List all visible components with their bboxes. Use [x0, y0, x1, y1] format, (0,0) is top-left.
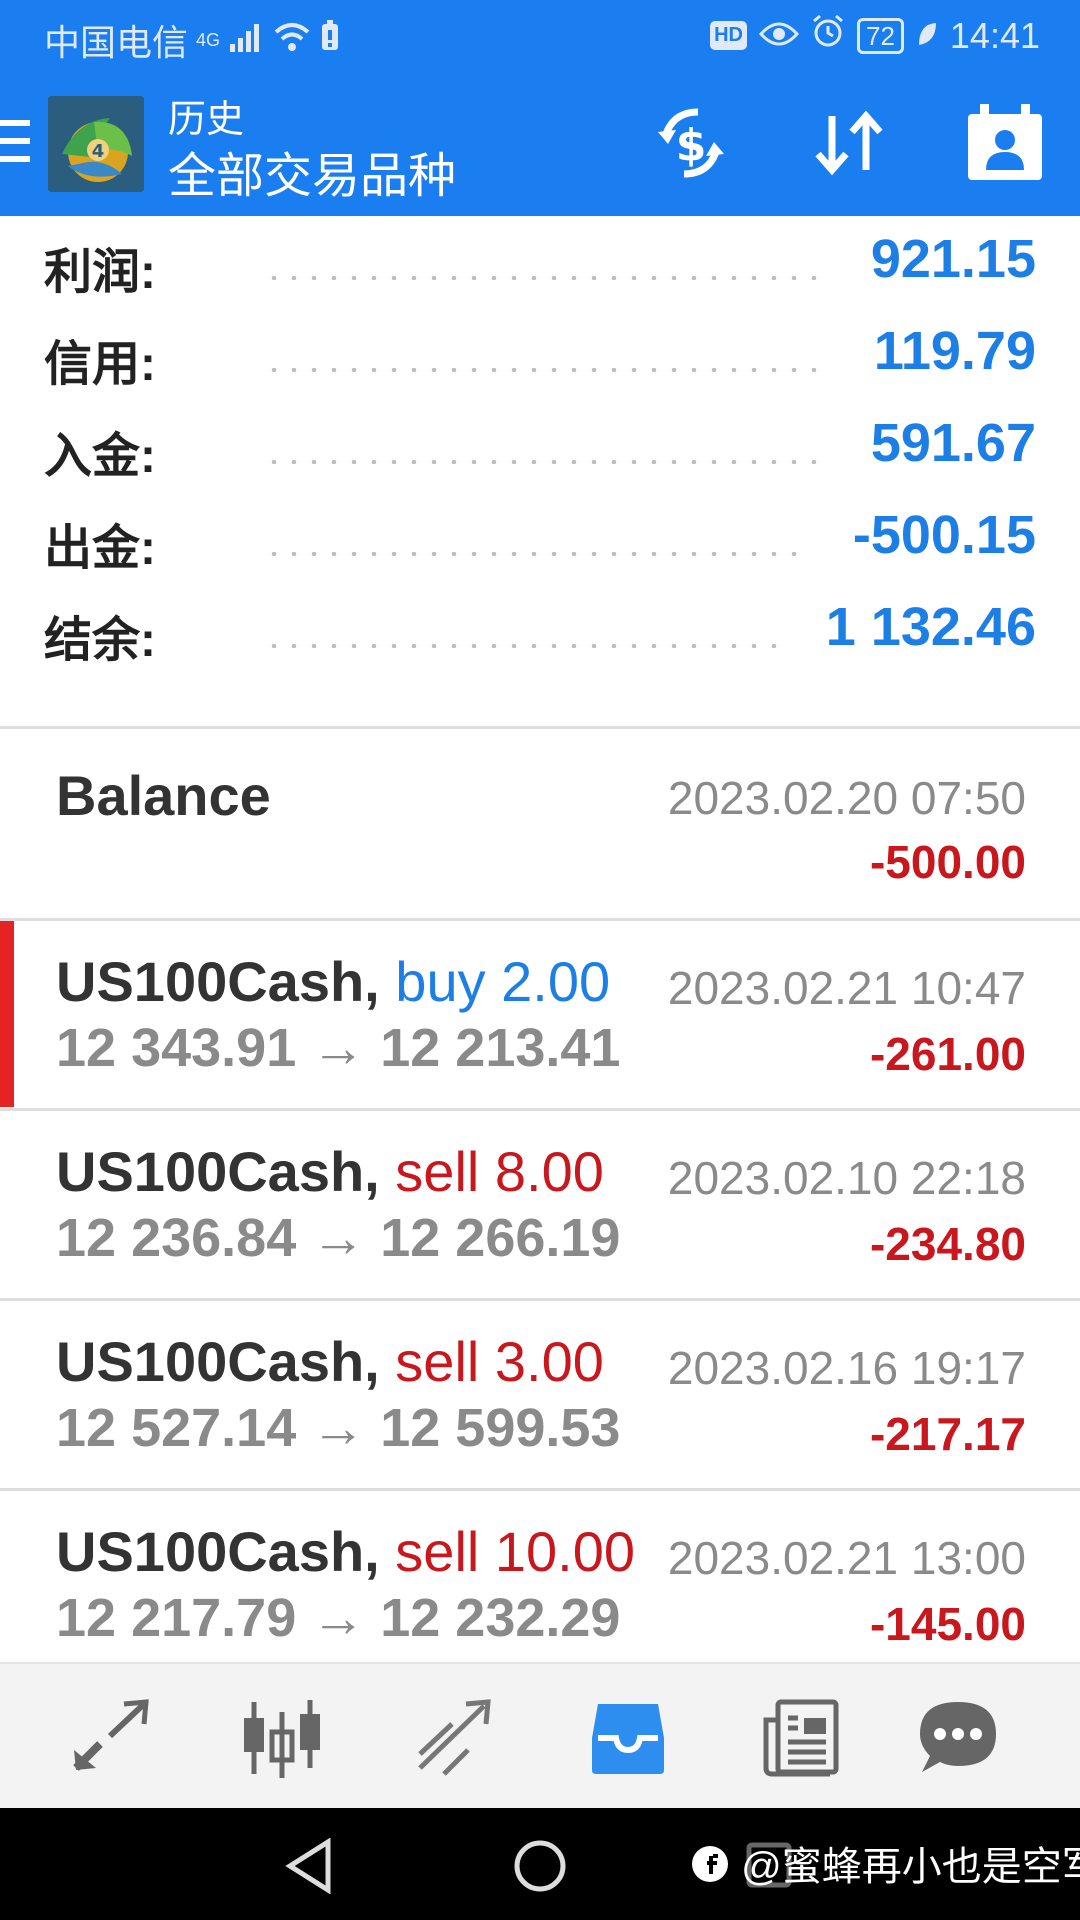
signal-icon — [228, 19, 264, 61]
battery-saver-icon — [320, 19, 340, 61]
network-type: 4G — [196, 29, 221, 50]
deal-title: US100Cash, sell 10.00 — [56, 1519, 635, 1584]
alarm-icon — [811, 14, 845, 57]
deal-symbol: Balance — [56, 764, 271, 827]
status-bar: 中国电信 4G HD 72 14:41 — [0, 0, 1080, 76]
summary-row-withdrawal: 出金: -500.15 — [0, 492, 1080, 584]
eye-icon — [758, 15, 800, 57]
deal-title: US100Cash, sell 8.00 — [56, 1139, 604, 1204]
sort-icon[interactable] — [804, 98, 894, 188]
deal-action: sell 10.00 — [395, 1520, 636, 1583]
trade-icon[interactable] — [414, 1698, 494, 1778]
deal-time: 2023.02.10 22:18 — [667, 1152, 1026, 1204]
deal-symbol: US100Cash, — [56, 1520, 380, 1583]
selected-marker — [0, 921, 14, 1107]
deal-prices: 12 343.91 → 12 213.41 — [56, 1018, 621, 1078]
svg-text:$: $ — [676, 120, 707, 171]
summary-value: 591.67 — [870, 413, 1036, 473]
dotted-leader — [264, 460, 824, 464]
summary-label: 利润: — [44, 246, 156, 299]
summary-panel: 利润: 921.15 信用: 119.79 入金: 591.67 出金: -50… — [0, 216, 1080, 728]
page-title: 历史 — [168, 99, 245, 141]
deal-title: US100Cash, buy 2.00 — [56, 949, 610, 1014]
table-row[interactable]: US100Cash, sell 3.00 12 527.14 → 12 599.… — [0, 1301, 1080, 1487]
table-row[interactable]: US100Cash, buy 2.00 12 343.91 → 12 213.4… — [0, 921, 1080, 1107]
battery-level: 72 — [856, 17, 904, 54]
summary-value: -500.15 — [852, 505, 1036, 565]
deal-profit: -500.00 — [869, 836, 1026, 888]
summary-label: 出金: — [44, 522, 156, 575]
currency-exchange-icon[interactable]: $ — [646, 98, 736, 188]
chart-icon[interactable] — [242, 1698, 322, 1778]
symbol-filter[interactable]: 全部交易品种 — [168, 136, 456, 206]
wifi-icon — [272, 19, 312, 61]
deal-title: US100Cash, sell 3.00 — [56, 1329, 604, 1394]
deal-profit: -234.80 — [869, 1218, 1026, 1270]
hd-badge: HD — [710, 21, 747, 50]
dotted-leader — [264, 368, 824, 372]
dotted-leader — [264, 644, 784, 648]
deal-time: 2023.02.21 13:00 — [667, 1532, 1026, 1584]
table-row[interactable]: US100Cash, sell 8.00 12 236.84 → 12 266.… — [0, 1111, 1080, 1297]
table-row[interactable]: US100Cash, sell 10.00 12 217.79 → 12 232… — [0, 1491, 1080, 1662]
summary-label: 信用: — [44, 338, 156, 391]
summary-label: 入金: — [44, 430, 156, 483]
deal-time: 2023.02.20 07:50 — [667, 772, 1026, 824]
back-icon[interactable] — [284, 1837, 334, 1899]
leaf-icon — [916, 15, 938, 57]
summary-row-profit: 利润: 921.15 — [0, 216, 1080, 308]
svg-text:4: 4 — [92, 141, 105, 162]
bottom-navigation — [0, 1662, 1080, 1810]
deal-profit: -145.00 — [869, 1598, 1026, 1650]
dotted-leader — [264, 276, 824, 280]
deal-symbol: US100Cash, — [56, 1330, 380, 1393]
social-logo-icon — [690, 1844, 730, 1894]
deal-profit: -261.00 — [869, 1028, 1026, 1080]
summary-value: 119.79 — [873, 321, 1036, 381]
deal-profit: -217.17 — [869, 1408, 1026, 1460]
deal-symbol: US100Cash, — [56, 950, 380, 1013]
deal-prices: 12 527.14 → 12 599.53 — [56, 1398, 621, 1458]
dotted-leader — [264, 552, 804, 556]
summary-value: 921.15 — [870, 229, 1036, 289]
clock-time: 14:41 — [949, 14, 1040, 56]
summary-row-balance: 结余: 1 132.46 — [0, 584, 1080, 676]
watermark: @蜜蜂再小也是空军 — [690, 1834, 1080, 1894]
metatrader-logo[interactable]: 4 — [48, 96, 144, 192]
summary-value: 1 132.46 — [825, 597, 1036, 657]
deal-time: 2023.02.16 19:17 — [667, 1342, 1026, 1394]
deal-prices: 12 236.84 → 12 266.19 — [56, 1208, 621, 1268]
chat-icon[interactable] — [918, 1698, 998, 1778]
deal-action: sell 8.00 — [395, 1140, 604, 1203]
app-bar: 4 历史 全部交易品种 $ — [0, 76, 1080, 216]
deal-symbol: US100Cash, — [56, 1140, 380, 1203]
home-icon[interactable] — [512, 1838, 568, 1899]
status-right: HD 72 14:41 — [710, 14, 1040, 57]
menu-icon[interactable] — [0, 120, 30, 166]
system-navigation-bar: @蜜蜂再小也是空军 — [0, 1808, 1080, 1920]
summary-label: 结余: — [44, 614, 156, 667]
deal-action: sell 3.00 — [395, 1330, 604, 1393]
calendar-icon[interactable] — [960, 98, 1050, 188]
carrier-label: 中国电信 — [44, 22, 189, 63]
watermark-text: @蜜蜂再小也是空军 — [741, 1845, 1080, 1889]
table-row[interactable]: Balance 2023.02.20 07:50 -500.00 — [0, 729, 1080, 915]
status-left: 中国电信 4G — [44, 14, 340, 66]
deal-action: buy 2.00 — [395, 950, 611, 1013]
news-icon[interactable] — [760, 1698, 840, 1778]
deal-prices: 12 217.79 → 12 232.29 — [56, 1588, 621, 1648]
history-icon[interactable] — [588, 1698, 668, 1778]
summary-row-credit: 信用: 119.79 — [0, 308, 1080, 400]
deal-time: 2023.02.21 10:47 — [667, 962, 1026, 1014]
quotes-icon[interactable] — [70, 1698, 150, 1778]
summary-row-deposit: 入金: 591.67 — [0, 400, 1080, 492]
